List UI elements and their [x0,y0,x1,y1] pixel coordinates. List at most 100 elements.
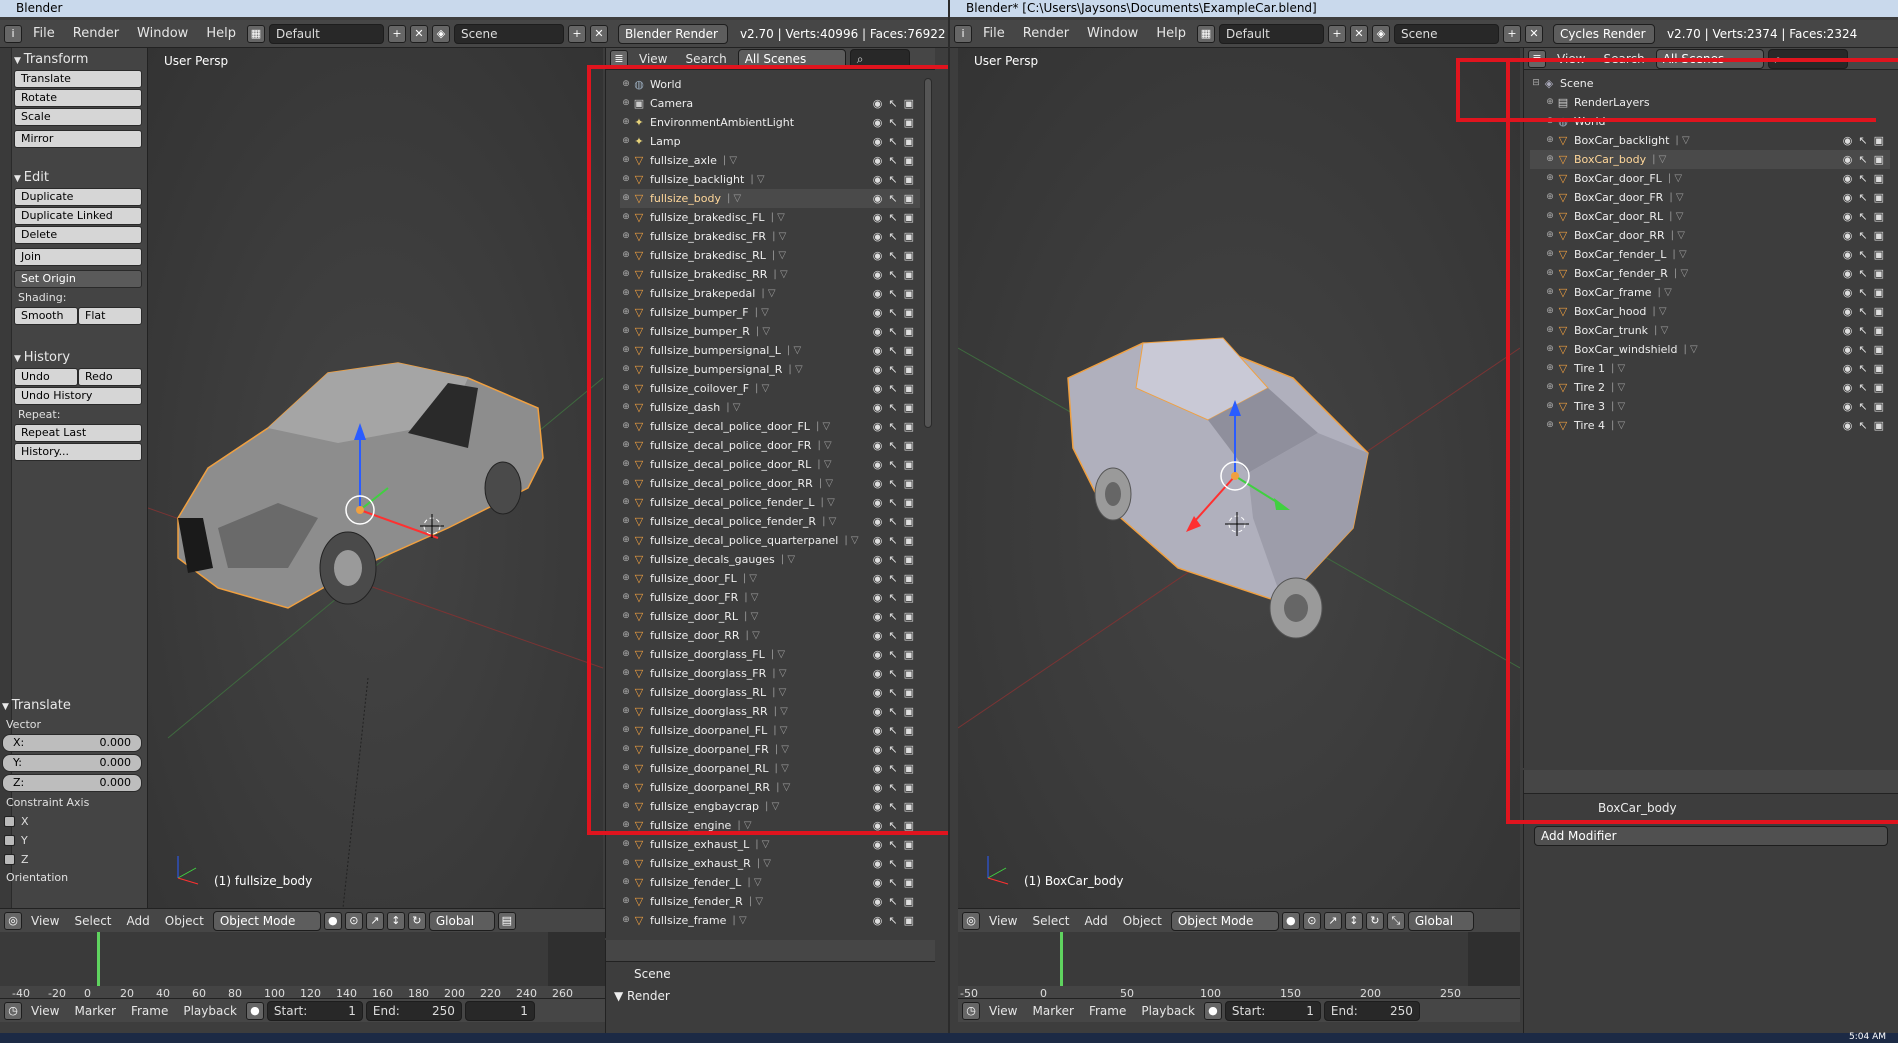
selectable-cursor-icon[interactable]: ↖ [1858,169,1867,188]
renderable-camera-icon[interactable]: ▣ [904,607,914,626]
renderable-camera-icon[interactable]: ▣ [904,778,914,797]
outliner-row[interactable]: ⊕ ▽ fullsize_doorglass_FR | ▽ ◉ ↖ ▣ [620,664,920,683]
mesh-data-icon[interactable]: | ▽ [815,493,835,512]
renderable-camera-icon[interactable]: ▣ [1874,264,1884,283]
expand-icon[interactable]: ⊕ [620,854,632,873]
renderable-camera-icon[interactable]: ▣ [904,588,914,607]
visibility-eye-icon[interactable]: ◉ [873,474,883,493]
scene-field[interactable]: Scene [1393,23,1499,44]
renderable-camera-icon[interactable]: ▣ [904,873,914,892]
visibility-eye-icon[interactable]: ◉ [873,265,883,284]
outliner-row[interactable]: ⊕ ▽ fullsize_door_FR | ▽ ◉ ↖ ▣ [620,588,920,607]
outliner-row[interactable]: ⊕ ▽ fullsize_engbaycrap | ▽ ◉ ↖ ▣ [620,797,920,816]
outliner-row[interactable]: ⊕ ▽ fullsize_exhaust_L | ▽ ◉ ↖ ▣ [620,835,920,854]
selectable-cursor-icon[interactable]: ↖ [1858,321,1867,340]
pivot-point-icon[interactable]: ⊙ [344,911,363,930]
outliner-row[interactable]: ⊕ ▽ fullsize_brakedisc_FR | ▽ ◉ ↖ ▣ [620,227,920,246]
translate-button[interactable]: Translate [14,70,142,88]
outliner-row[interactable]: ⊕ ▽ fullsize_door_RL | ▽ ◉ ↖ ▣ [620,607,920,626]
renderable-camera-icon[interactable]: ▣ [904,360,914,379]
mesh-data-icon[interactable]: | ▽ [743,892,763,911]
outliner-editor-icon[interactable]: ≣ [610,49,628,68]
expand-icon[interactable]: ⊕ [620,588,632,607]
renderable-camera-icon[interactable]: ▣ [904,493,914,512]
smooth-button[interactable]: Smooth [14,307,78,325]
selectable-cursor-icon[interactable]: ↖ [888,816,897,835]
visibility-eye-icon[interactable]: ◉ [1843,340,1853,359]
selectable-cursor-icon[interactable]: ↖ [888,778,897,797]
expand-icon[interactable]: ⊕ [1544,112,1556,131]
mesh-data-icon[interactable]: | ▽ [1665,226,1685,245]
outliner-row[interactable]: ⊕ ▽ Tire 4 | ▽ ◉ ↖ ▣ [1530,416,1890,435]
undo-button[interactable]: Undo [14,368,78,386]
mesh-data-icon[interactable]: | ▽ [770,778,790,797]
visibility-eye-icon[interactable]: ◉ [873,797,883,816]
renderable-camera-icon[interactable]: ▣ [904,854,914,873]
add-menu[interactable]: Add [1079,914,1114,928]
selectable-cursor-icon[interactable]: ↖ [1858,340,1867,359]
expand-icon[interactable]: ⊕ [620,75,632,94]
renderable-camera-icon[interactable]: ▣ [1874,150,1884,169]
mesh-data-icon[interactable]: | ▽ [1646,302,1666,321]
outliner-row[interactable]: ⊕ ▽ fullsize_decal_police_door_RL | ▽ ◉ ↖ ▣ [620,455,920,474]
end-frame-field[interactable]: End: 250 [1323,1000,1420,1021]
outliner-row[interactable]: ⊕ ▽ fullsize_decal_police_door_RR | ▽ ◉ ↖ ▣ [620,474,920,493]
renderable-camera-icon[interactable]: ▣ [904,702,914,721]
renderable-camera-icon[interactable]: ▣ [1874,302,1884,321]
renderable-camera-icon[interactable]: ▣ [904,455,914,474]
outliner-row[interactable]: ⊕ ▽ fullsize_body | ▽ ◉ ↖ ▣ [620,189,920,208]
visibility-eye-icon[interactable]: ◉ [873,873,883,892]
outliner-row[interactable]: ⊕ ▽ BoxCar_frame | ▽ ◉ ↖ ▣ [1530,283,1890,302]
selectable-cursor-icon[interactable]: ↖ [1858,226,1867,245]
outliner-row[interactable]: ⊕ ▽ fullsize_doorpanel_FL | ▽ ◉ ↖ ▣ [620,721,920,740]
renderable-camera-icon[interactable]: ▣ [904,322,914,341]
outliner-row[interactable]: ⊕ ▽ Tire 2 | ▽ ◉ ↖ ▣ [1530,378,1890,397]
outliner-search-field[interactable]: ⌕ [1767,48,1848,69]
mesh-data-icon[interactable]: | ▽ [1666,245,1686,264]
render-engine-select[interactable]: Cycles Render [1552,23,1655,44]
constraint-x-checkbox[interactable]: X [2,812,142,831]
mesh-data-icon[interactable]: | ▽ [1605,397,1625,416]
renderable-camera-icon[interactable]: ▣ [904,683,914,702]
expand-icon[interactable]: ⊕ [1544,93,1556,112]
mesh-data-icon[interactable]: | ▽ [1605,378,1625,397]
remove-scene-icon[interactable]: ✕ [1524,24,1543,43]
visibility-eye-icon[interactable]: ◉ [873,626,883,645]
expand-icon[interactable]: ⊕ [620,284,632,303]
mesh-data-icon[interactable]: | ▽ [766,227,786,246]
renderable-camera-icon[interactable]: ▣ [904,626,914,645]
renderable-camera-icon[interactable]: ▣ [904,151,914,170]
visibility-eye-icon[interactable]: ◉ [873,569,883,588]
expand-icon[interactable]: ⊕ [620,322,632,341]
timeline-marker-menu[interactable]: Marker [68,1004,121,1018]
mesh-data-icon[interactable]: | ▽ [749,835,769,854]
outliner-editor-icon[interactable]: ≣ [1528,49,1546,68]
outliner-row[interactable]: ⊕ ▽ fullsize_doorpanel_FR | ▽ ◉ ↖ ▣ [620,740,920,759]
history-button[interactable]: History... [14,443,142,461]
vector-z-field[interactable]: Z: 0.000 [2,774,142,792]
timeline-playback-menu[interactable]: Playback [1135,1004,1201,1018]
add-modifier-button[interactable]: Add Modifier [1534,826,1888,846]
info-editor-icon[interactable]: i [4,24,22,43]
selectable-cursor-icon[interactable]: ↖ [1858,378,1867,397]
manipulator-icon[interactable]: ↗ [1323,911,1342,930]
mesh-data-icon[interactable]: | ▽ [717,151,737,170]
visibility-eye-icon[interactable]: ◉ [873,664,883,683]
expand-icon[interactable]: ⊕ [1544,226,1556,245]
visibility-eye-icon[interactable]: ◉ [873,208,883,227]
expand-icon[interactable]: ⊕ [620,797,632,816]
selectable-cursor-icon[interactable]: ↖ [888,436,897,455]
screen-layout-field[interactable]: Default [268,23,384,44]
add-menu[interactable]: Add [121,914,156,928]
mesh-data-icon[interactable]: | ▽ [811,455,831,474]
expand-icon[interactable]: ⊕ [620,303,632,322]
selectable-cursor-icon[interactable]: ↖ [888,721,897,740]
timeline-frame-menu[interactable]: Frame [1083,1004,1132,1018]
render-engine-select[interactable]: Blender Render [617,23,728,44]
menu-window[interactable]: Window [1080,26,1145,41]
selectable-cursor-icon[interactable]: ↖ [888,797,897,816]
mesh-data-icon[interactable]: | ▽ [766,683,786,702]
expand-icon[interactable]: ⊕ [620,474,632,493]
renderable-camera-icon[interactable]: ▣ [1874,207,1884,226]
outliner-row[interactable]: ⊕ ▽ fullsize_decal_police_door_FL | ▽ ◉ ↖ ▣ [620,417,920,436]
